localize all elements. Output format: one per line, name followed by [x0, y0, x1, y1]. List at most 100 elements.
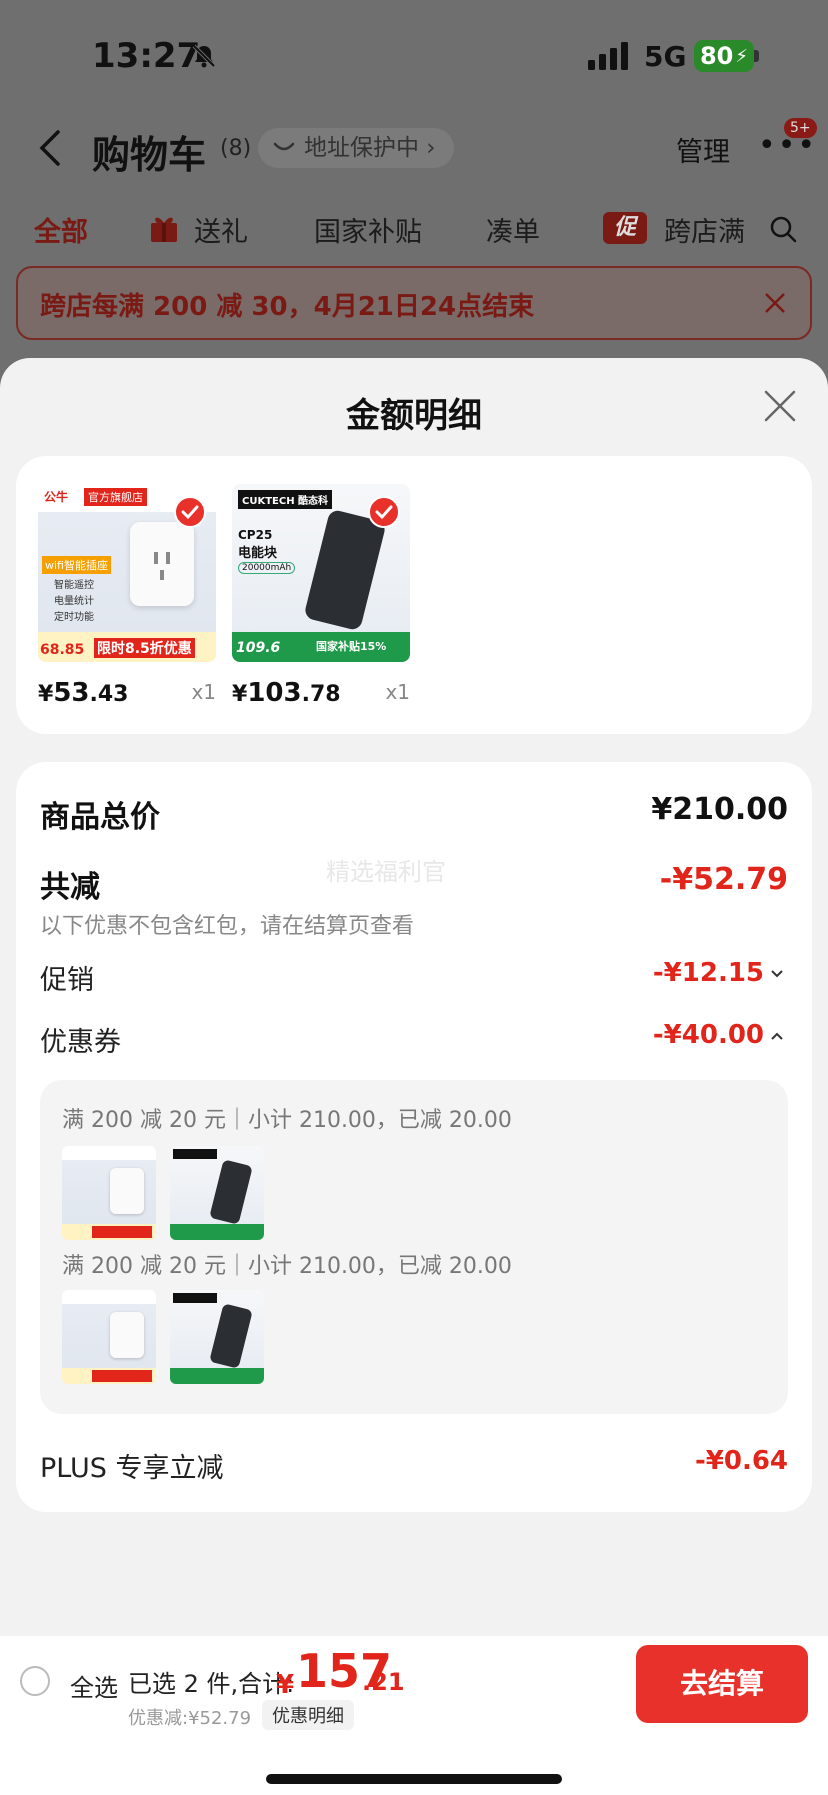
back-arrow-icon[interactable] [36, 128, 66, 168]
checkout-button[interactable]: 去结算 [636, 1645, 808, 1723]
coupon-product-thumbs [62, 1290, 264, 1384]
product-thumb-powerbank [170, 1146, 264, 1240]
product-feature: wifi智能插座 [42, 556, 111, 574]
chevron-up-icon [771, 1032, 783, 1040]
price-tag: 68.85 [40, 642, 85, 658]
status-time: 13:27 [92, 36, 201, 76]
product-price: ¥103.78 [232, 678, 341, 708]
selected-products-card: 公牛 官方旗舰店 wifi智能插座 智能遥控 电量统计 定时功能 68.85 限… [16, 456, 812, 734]
total-decimal: .21 [362, 1668, 405, 1696]
address-protection-pill[interactable]: 地址保护中 › [258, 128, 454, 168]
tab-all[interactable]: 全部 [34, 210, 88, 249]
cart-page-dimmed: 13:27 5G 80 ⚡ 购物车 (8) 地址保护中 › 管理 ••• 5+ … [0, 0, 828, 400]
coupon-value: -¥40.00 [652, 1020, 764, 1050]
brand-logo: CUKTECH 酷态科 [238, 490, 333, 509]
product-quantity: x1 [385, 680, 410, 704]
price-integer: 103 [247, 678, 302, 708]
checked-icon[interactable] [368, 496, 400, 528]
tab-national-subsidy[interactable]: 国家补贴 [314, 210, 422, 249]
promotion-row[interactable]: -¥12.15 [653, 958, 784, 988]
shop-tag: 官方旗舰店 [84, 488, 147, 506]
discount-detail-button[interactable]: 优惠明细 [262, 1700, 354, 1730]
coupon-product-thumbs [62, 1146, 264, 1240]
address-protection-label: 地址保护中 › [304, 135, 436, 161]
product-thumb-powerbank [170, 1290, 264, 1384]
promo-banner: 跨店每满 200 减 30，4月21日24点结束 [16, 266, 812, 340]
discount-summary: 优惠减:¥52.79 [128, 1708, 252, 1729]
price-integer: 53 [53, 678, 90, 708]
brand-logo: 公牛 [44, 490, 69, 504]
total-reduction-label: 共减 [40, 870, 100, 905]
product-image-socket[interactable]: 公牛 官方旗舰店 wifi智能插座 智能遥控 电量统计 定时功能 68.85 限… [38, 484, 216, 662]
cart-count: (8) [220, 136, 252, 161]
select-all-label[interactable]: 全选 [70, 1668, 118, 1703]
signal-icon [588, 42, 628, 70]
product-capacity: 20000mAh [238, 562, 296, 574]
message-badge: 5+ [784, 118, 817, 138]
price-symbol: ¥ [38, 682, 54, 707]
coupon-detail-box: 满 200 减 20 元｜小计 210.00，已减 20.00 满 200 减 … [40, 1080, 788, 1414]
smile-icon [273, 142, 295, 151]
plus-discount-value: -¥0.64 [694, 1446, 788, 1476]
product-name: 电能块 [238, 546, 278, 561]
socket-illustration [130, 522, 194, 606]
product-model: CP25 [238, 528, 273, 542]
select-all-checkbox[interactable] [20, 1666, 50, 1696]
network-type: 5G [644, 40, 687, 73]
close-icon[interactable] [762, 388, 798, 424]
promo-banner-text: 跨店每满 200 减 30，4月21日24点结束 [40, 292, 535, 322]
battery-tip [754, 50, 759, 62]
price-breakdown-card: 商品总价 ¥210.00 精选福利官 共减 -¥52.79 以下优惠不包含红包，… [16, 762, 812, 1512]
cart-nav-bar: 购物车 (8) 地址保护中 › 管理 ••• 5+ [0, 118, 828, 178]
product-image-powerbank[interactable]: CUKTECH 酷态科 CP25 电能块 20000mAh 109.6 国家补贴… [232, 484, 410, 662]
close-icon[interactable] [760, 288, 790, 318]
reduction-note: 以下优惠不包含红包，请在结算页查看 [40, 914, 415, 939]
total-symbol: ¥ [276, 1670, 295, 1700]
gift-icon [151, 217, 177, 242]
tab-gift[interactable]: 送礼 [194, 210, 248, 249]
battery-level: 80 [699, 42, 734, 70]
mute-bell-icon [192, 44, 216, 68]
promotion-label: 促销 [40, 965, 94, 996]
feature-bullet: 定时功能 [54, 612, 94, 623]
coupon-label: 优惠券 [40, 1027, 121, 1058]
search-icon[interactable] [768, 214, 798, 244]
battery-icon: 80 ⚡ [694, 40, 754, 72]
price-decimal: .43 [89, 682, 129, 707]
product-item[interactable]: CUKTECH 酷态科 CP25 电能块 20000mAh 109.6 国家补贴… [232, 484, 410, 708]
home-indicator [266, 1774, 562, 1784]
product-price: ¥53.43 [38, 678, 128, 708]
feature-bullet: 电量统计 [54, 596, 94, 607]
promotion-value: -¥12.15 [652, 958, 764, 988]
manage-button[interactable]: 管理 [676, 130, 730, 169]
status-bar: 13:27 5G 80 ⚡ [0, 30, 828, 86]
plus-discount-label: PLUS 专享立减 [40, 1453, 224, 1484]
coupon-row[interactable]: -¥40.00 [653, 1020, 784, 1050]
promo-label: 限时8.5折优惠 [94, 638, 195, 658]
promo-tag-icon: 促 [603, 212, 647, 244]
total-price-value: ¥210.00 [651, 792, 788, 827]
checked-icon[interactable] [174, 496, 206, 528]
page-title: 购物车 [92, 133, 207, 177]
amount-detail-sheet: 金额明细 公牛 官方旗舰店 wifi智能插座 智能遥控 电量统计 定时功能 68… [0, 358, 828, 1795]
tab-cross-store[interactable]: 跨店满 [664, 210, 745, 249]
selected-summary: 已选 2 件,合计: [128, 1670, 295, 1698]
total-price-label: 商品总价 [40, 800, 160, 835]
coupon-rule: 满 200 减 20 元｜小计 210.00，已减 20.00 [62, 1108, 512, 1133]
checkout-bar: 全选 已选 2 件,合计: ¥ 157 .21 优惠减:¥52.79 优惠明细 … [0, 1636, 828, 1795]
price-decimal: .78 [301, 682, 341, 707]
product-thumb-socket [62, 1290, 156, 1384]
product-thumb-socket [62, 1146, 156, 1240]
cart-tabs: 全部 送礼 国家补贴 凑单 促 跨店满 [0, 206, 828, 252]
feature-bullet: 智能遥控 [54, 580, 94, 591]
coupon-rule: 满 200 减 20 元｜小计 210.00，已减 20.00 [62, 1254, 512, 1279]
watermark: 精选福利官 [326, 858, 446, 886]
tab-bundle[interactable]: 凑单 [486, 210, 540, 249]
product-quantity: x1 [191, 680, 216, 704]
chevron-down-icon [771, 969, 783, 977]
sheet-title: 金额明细 [346, 396, 482, 436]
subsidy-label: 国家补贴15% [316, 640, 387, 653]
product-item[interactable]: 公牛 官方旗舰店 wifi智能插座 智能遥控 电量统计 定时功能 68.85 限… [38, 484, 216, 708]
price-symbol: ¥ [232, 682, 248, 707]
total-reduction-value: -¥52.79 [659, 862, 788, 897]
